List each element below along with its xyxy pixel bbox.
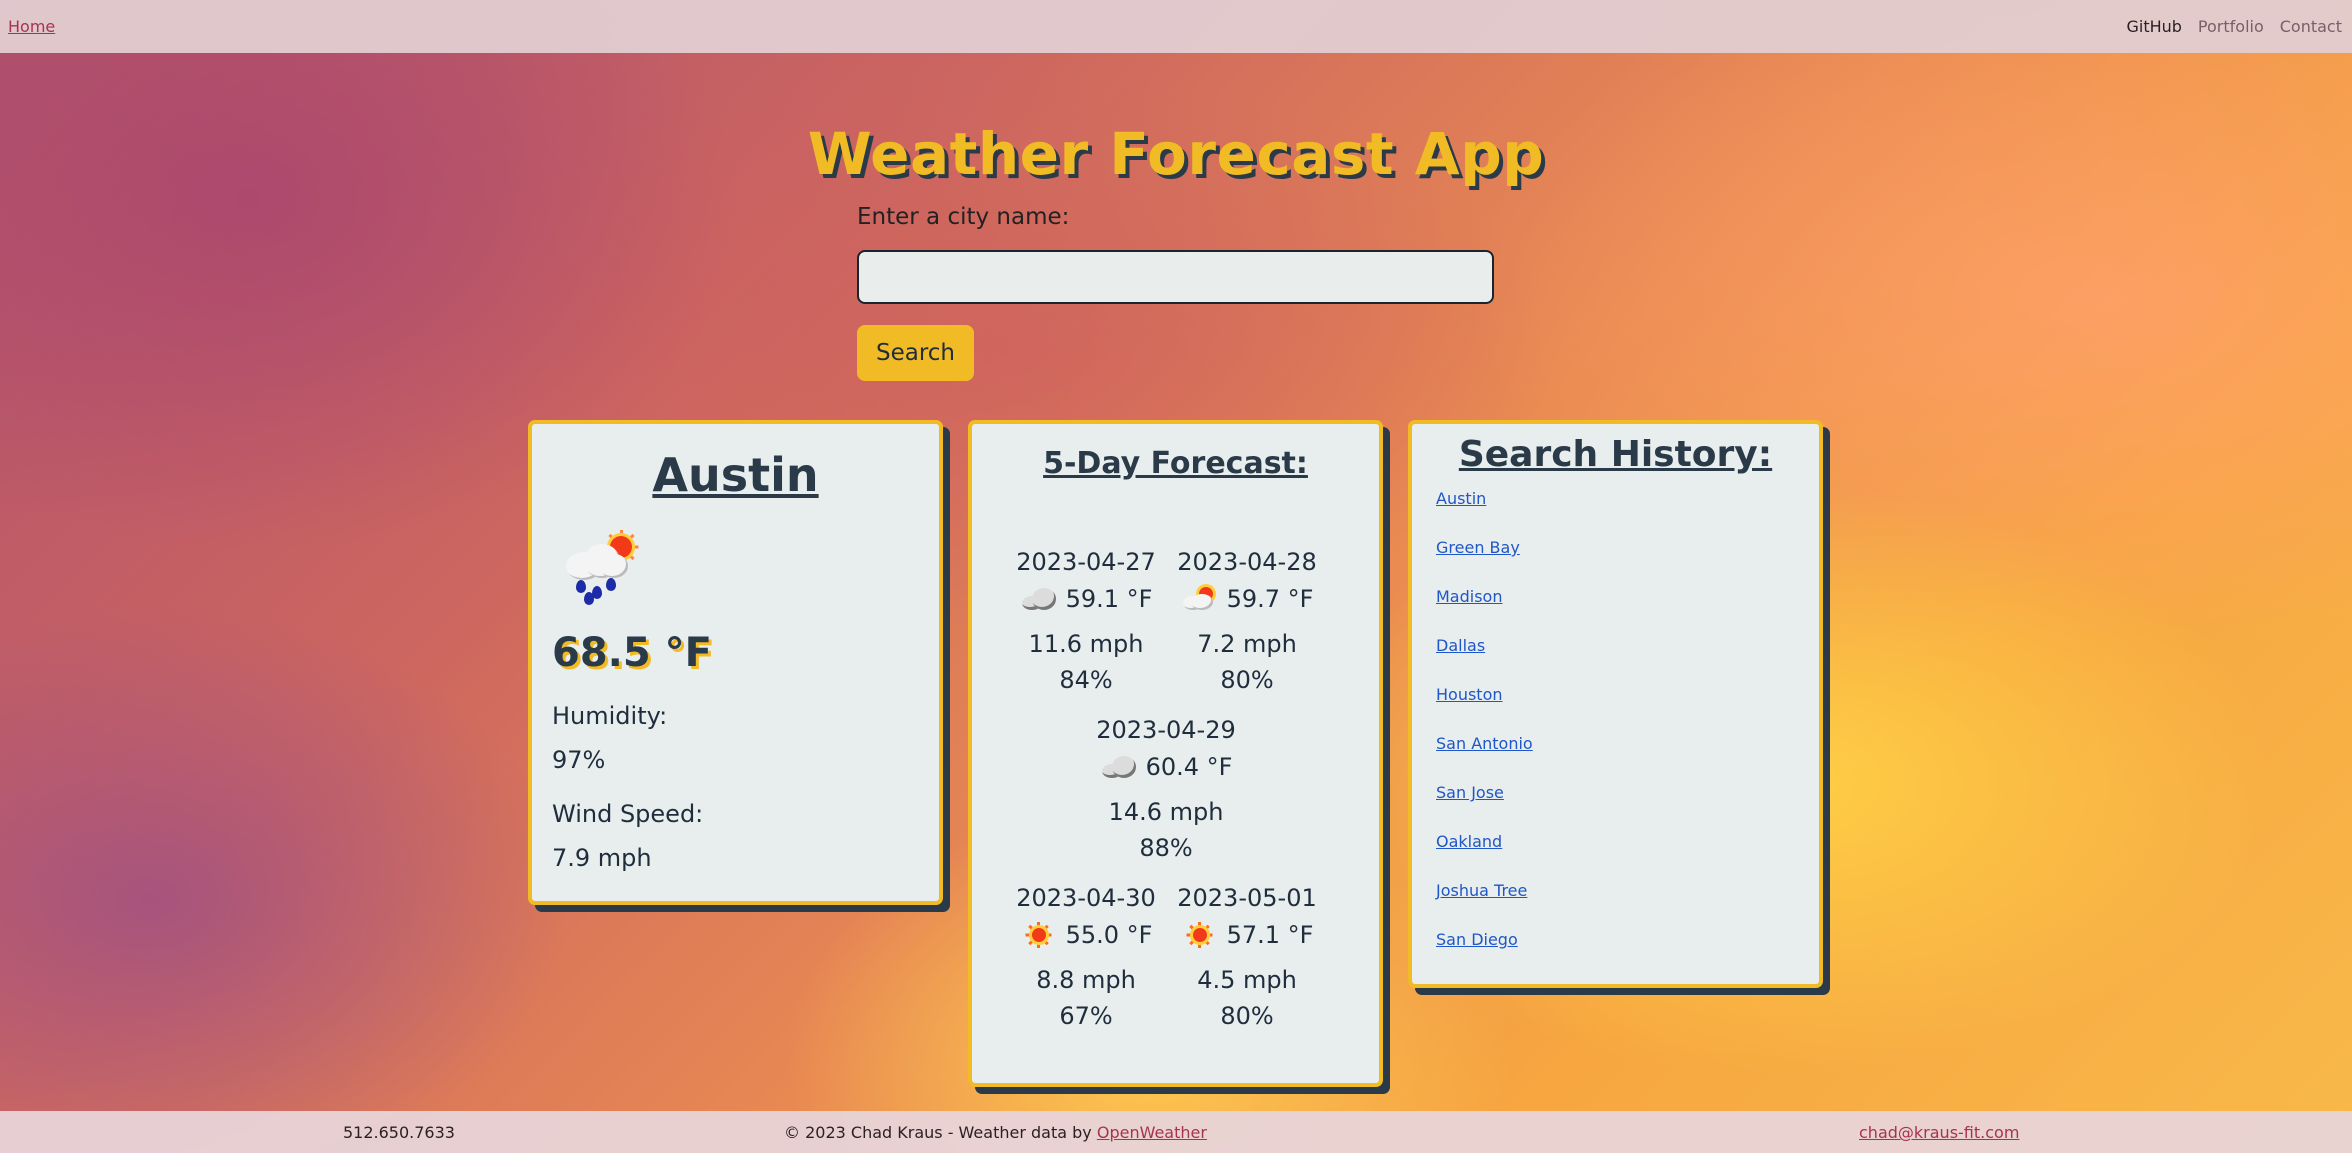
forecast-humidity: 67% [1059, 1002, 1113, 1030]
forecast-temp: 59.7 °F [1226, 585, 1314, 613]
forecast-temp: 55.0 °F [1065, 921, 1153, 949]
history-item: Oakland [1436, 832, 1799, 881]
wind-speed-value: 7.9 mph [552, 844, 652, 872]
history-link-san-diego[interactable]: San Diego [1436, 930, 1518, 949]
forecast-wind: 4.5 mph [1197, 966, 1297, 994]
forecast-title: 5-Day Forecast: [1043, 446, 1308, 481]
history-item: San Jose [1436, 783, 1799, 832]
history-link-joshua-tree[interactable]: Joshua Tree [1436, 881, 1527, 900]
forecast-day: 2023-04-29 60.4 °F 14.6 mph 88% [1086, 716, 1246, 862]
sun-icon [1181, 920, 1219, 950]
city-search-input[interactable] [857, 250, 1494, 304]
sun-icon [1020, 920, 1058, 950]
forecast-day: 2023-05-01 57.1 °F 4.5 mph 80% [1167, 884, 1327, 1030]
forecast-humidity: 84% [1059, 666, 1113, 694]
nav-portfolio-link[interactable]: Portfolio [2198, 17, 2264, 36]
history-item: Dallas [1436, 636, 1799, 685]
forecast-wind: 11.6 mph [1028, 630, 1144, 658]
forecast-temp: 57.1 °F [1226, 921, 1314, 949]
humidity-value: 97% [552, 746, 606, 774]
history-item: Joshua Tree [1436, 881, 1799, 930]
city-input-label: Enter a city name: [857, 204, 1070, 230]
forecast-humidity: 80% [1220, 1002, 1274, 1030]
history-link-madison[interactable]: Madison [1436, 587, 1502, 606]
history-item: Austin [1436, 489, 1799, 538]
forecast-day: 2023-04-30 55.0 °F 8.8 mph 67% [1006, 884, 1166, 1030]
forecast-wind: 14.6 mph [1108, 798, 1224, 826]
history-link-houston[interactable]: Houston [1436, 685, 1503, 704]
humidity-label: Humidity: [552, 702, 668, 730]
search-button[interactable]: Search [857, 325, 974, 381]
forecast-temp: 60.4 °F [1145, 753, 1233, 781]
nav-home-link[interactable]: Home [8, 17, 55, 36]
cloud-icon [1100, 752, 1138, 782]
current-city-name: Austin [652, 448, 819, 502]
wind-speed-label: Wind Speed: [552, 800, 704, 828]
footer-phone: 512.650.7633 [343, 1123, 455, 1142]
footer-copyright: © 2023 Chad Kraus - Weather data by Open… [784, 1123, 1207, 1142]
copyright-text: © 2023 Chad Kraus - Weather data by [784, 1123, 1097, 1142]
nav-contact-link[interactable]: Contact [2280, 17, 2342, 36]
current-weather-card: Austin 68.5 °F Humidity: 97% Wind Speed:… [528, 420, 943, 905]
history-item: Madison [1436, 587, 1799, 636]
history-item: San Diego [1436, 930, 1799, 979]
search-form: Enter a city name: Search [857, 204, 1494, 381]
rain-cloud-sun-icon [562, 530, 644, 605]
forecast-date: 2023-04-28 [1177, 548, 1317, 576]
history-item: San Antonio [1436, 734, 1799, 783]
nav-links: GitHub Portfolio Contact [2126, 17, 2344, 36]
openweather-link[interactable]: OpenWeather [1097, 1123, 1207, 1142]
cloud-icon [1020, 584, 1058, 614]
app-title: Weather Forecast App [807, 120, 1545, 188]
forecast-day: 2023-04-28 59.7 °F 7.2 mph 80% [1167, 548, 1327, 694]
forecast-humidity: 80% [1220, 666, 1274, 694]
history-link-oakland[interactable]: Oakland [1436, 832, 1502, 851]
history-item: Green Bay [1436, 538, 1799, 587]
search-history-title: Search History: [1458, 434, 1773, 475]
top-navbar: Home GitHub Portfolio Contact [0, 0, 2352, 53]
forecast-humidity: 88% [1139, 834, 1193, 862]
history-link-austin[interactable]: Austin [1436, 489, 1486, 508]
history-item: Houston [1436, 685, 1799, 734]
forecast-date: 2023-04-27 [1016, 548, 1156, 576]
forecast-wind: 8.8 mph [1036, 966, 1136, 994]
search-history-list: Austin Green Bay Madison Dallas Houston … [1432, 489, 1799, 979]
five-day-forecast-card: 5-Day Forecast: 2023-04-27 59.1 °F 11.6 … [968, 420, 1383, 1087]
search-history-card: Search History: Austin Green Bay Madison… [1408, 420, 1823, 988]
history-link-dallas[interactable]: Dallas [1436, 636, 1485, 655]
current-temperature: 68.5 °F [552, 630, 712, 676]
forecast-date: 2023-04-29 [1096, 716, 1236, 744]
nav-github-link[interactable]: GitHub [2126, 17, 2181, 36]
history-link-green-bay[interactable]: Green Bay [1436, 538, 1520, 557]
forecast-day: 2023-04-27 59.1 °F 11.6 mph 84% [1006, 548, 1166, 694]
footer-email-link[interactable]: chad@kraus-fit.com [1859, 1123, 2019, 1142]
history-link-san-antonio[interactable]: San Antonio [1436, 734, 1533, 753]
forecast-temp: 59.1 °F [1065, 585, 1153, 613]
forecast-date: 2023-04-30 [1016, 884, 1156, 912]
page-footer: 512.650.7633 © 2023 Chad Kraus - Weather… [0, 1111, 2352, 1153]
history-link-san-jose[interactable]: San Jose [1436, 783, 1504, 802]
forecast-wind: 7.2 mph [1197, 630, 1297, 658]
forecast-date: 2023-05-01 [1177, 884, 1317, 912]
cloud-sun-icon [1181, 584, 1219, 614]
